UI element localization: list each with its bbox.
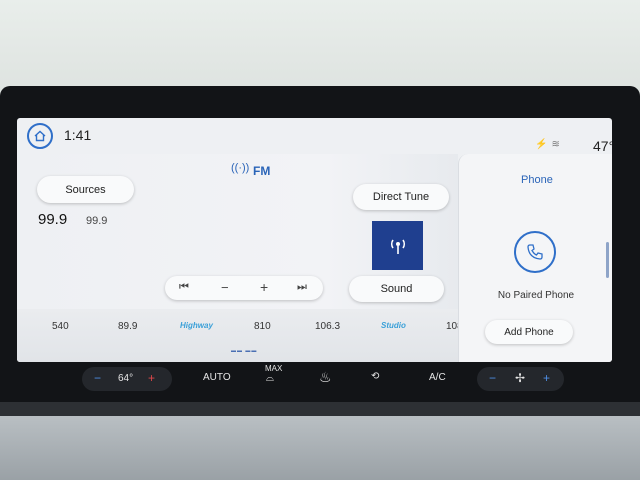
radio-band: FM bbox=[253, 164, 271, 178]
infotainment-screen: 1:41 ⚡≋ 47° ((·)) FM Sources 99.9 99.9 D… bbox=[17, 118, 612, 362]
preset-1[interactable]: 540 bbox=[52, 321, 69, 332]
status-bar: 1:41 ⚡≋ 47° bbox=[17, 118, 612, 154]
sources-label: Sources bbox=[65, 183, 106, 196]
panel-scrollbar[interactable] bbox=[606, 242, 609, 278]
sound-label: Sound bbox=[380, 283, 413, 295]
home-icon bbox=[34, 130, 46, 142]
dashboard-lower bbox=[0, 416, 640, 480]
dash-trim bbox=[0, 402, 640, 416]
add-phone-button[interactable]: Add Phone bbox=[485, 320, 573, 344]
fan-control: − ✢ + bbox=[477, 367, 564, 391]
preset-5[interactable]: 106.3 bbox=[315, 321, 340, 332]
preset-3[interactable]: Highway bbox=[180, 321, 213, 330]
phone-button[interactable] bbox=[514, 231, 556, 273]
preset-4[interactable]: 810 bbox=[254, 321, 271, 332]
wireless-icon: ⚡ bbox=[535, 139, 552, 150]
seek-forward-button[interactable]: ⏭ bbox=[297, 281, 307, 294]
defrost-icon[interactable]: ⌓ bbox=[266, 373, 274, 384]
fan-up-button[interactable]: + bbox=[543, 371, 550, 385]
temp-down-button[interactable]: − bbox=[94, 371, 101, 385]
climate-bar: − 64° + AUTO MAX ⌓ ♨ ⟲ A/C − ✢ + bbox=[82, 364, 564, 394]
direct-tune-label: Direct Tune bbox=[372, 191, 430, 203]
home-button[interactable] bbox=[27, 123, 53, 149]
driver-temp-control: − 64° + bbox=[82, 367, 172, 391]
sound-button[interactable]: Sound bbox=[349, 276, 444, 302]
temp-up-button[interactable]: + bbox=[148, 371, 155, 385]
direct-tune-button[interactable]: Direct Tune bbox=[353, 184, 449, 210]
tuner-controls: ⏮ − + ⏭ bbox=[165, 276, 323, 300]
sources-button[interactable]: Sources bbox=[37, 176, 134, 203]
seek-back-button[interactable]: ⏮ bbox=[179, 281, 189, 294]
tune-down-button[interactable]: − bbox=[221, 280, 229, 295]
preset-2[interactable]: 89.9 bbox=[118, 321, 137, 332]
tune-up-button[interactable]: + bbox=[260, 279, 268, 295]
driver-temp: 64° bbox=[118, 373, 134, 384]
background-wall bbox=[0, 0, 640, 100]
phone-icon bbox=[527, 244, 543, 260]
fan-down-button[interactable]: − bbox=[489, 371, 496, 385]
frequency-secondary: 99.9 bbox=[86, 215, 108, 227]
station-art bbox=[372, 221, 423, 270]
recirculate-icon[interactable]: ⟲ bbox=[371, 371, 379, 382]
radio-signal-icon: ((·)) bbox=[231, 162, 250, 174]
preset-page-indicator: ▬▬ ▬▬ bbox=[231, 348, 258, 354]
heated-seat-icon[interactable]: ♨ bbox=[319, 369, 332, 386]
ac-button[interactable]: A/C bbox=[429, 372, 446, 383]
phone-panel: Phone No Paired Phone Add Phone bbox=[458, 154, 612, 362]
fan-icon: ✢ bbox=[515, 371, 526, 385]
auto-button[interactable]: AUTO bbox=[203, 372, 231, 383]
phone-status: No Paired Phone bbox=[497, 290, 575, 301]
preset-bar: 540 89.9 Highway 810 106.3 Studio 108 ▬▬… bbox=[17, 309, 463, 362]
phone-title: Phone bbox=[521, 174, 553, 186]
add-phone-label: Add Phone bbox=[504, 326, 554, 338]
status-icons: ⚡≋ bbox=[535, 139, 564, 150]
outside-temperature: 47° bbox=[593, 138, 612, 154]
max-defrost-label: MAX bbox=[265, 364, 283, 373]
wifi-icon: ≋ bbox=[551, 139, 564, 150]
broadcast-icon bbox=[390, 239, 405, 254]
clock: 1:41 bbox=[64, 127, 92, 143]
current-frequency: 99.9 bbox=[38, 211, 68, 228]
preset-6[interactable]: Studio bbox=[381, 321, 406, 330]
radio-panel: ((·)) FM Sources 99.9 99.9 Direct Tune ⏮… bbox=[17, 154, 463, 362]
